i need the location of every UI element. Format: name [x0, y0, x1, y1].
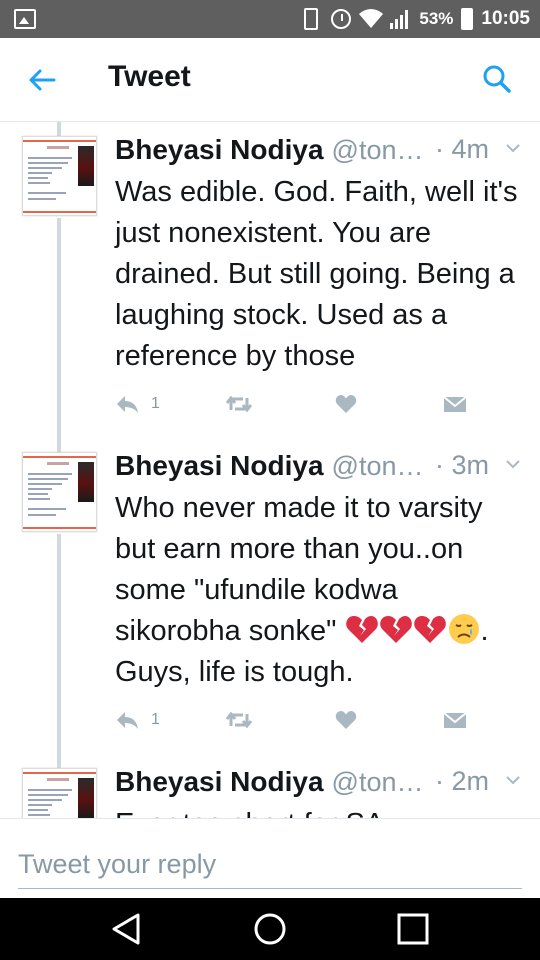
page-title: Tweet: [108, 60, 191, 93]
like-button[interactable]: [335, 394, 357, 414]
signal-icon: [389, 8, 411, 30]
tweet[interactable]: Bheyasi Nodiya @ton… · 2m Ever too short…: [0, 754, 540, 818]
tweet-thread[interactable]: Bheyasi Nodiya @ton… · 4m Was edible. Go…: [0, 122, 540, 818]
thread-line: [57, 438, 61, 452]
reply-button[interactable]: 1: [115, 394, 160, 414]
reply-icon: [115, 394, 139, 414]
thread-line: [57, 754, 61, 768]
chevron-down-icon[interactable]: [505, 140, 521, 156]
back-triangle-icon[interactable]: [110, 912, 144, 946]
timestamp: · 2m: [435, 766, 489, 796]
tweet[interactable]: Bheyasi Nodiya @ton… · 4m Was edible. Go…: [0, 122, 540, 438]
reply-bar: [0, 818, 540, 898]
wifi-icon: [359, 8, 384, 30]
direct-message-button[interactable]: [443, 394, 467, 414]
reply-button[interactable]: 1: [115, 710, 160, 730]
author-name[interactable]: Bheyasi Nodiya: [115, 766, 324, 798]
chevron-down-icon[interactable]: [505, 772, 521, 788]
tweet-text: Ever too short for SA...: [115, 804, 525, 818]
author-name[interactable]: Bheyasi Nodiya: [115, 134, 324, 166]
timestamp: · 4m: [435, 134, 489, 164]
tweet-actions: 1: [115, 394, 467, 420]
battery-percent: 53%: [419, 9, 454, 28]
envelope-icon: [443, 710, 467, 730]
back-arrow-icon[interactable]: [26, 64, 58, 96]
battery-icon: [461, 8, 474, 30]
tweet-text: Was edible. God. Faith, well it's just n…: [115, 176, 518, 372]
timestamp: · 3m: [435, 450, 489, 480]
tweet-actions: 1: [115, 710, 467, 736]
chevron-down-icon[interactable]: [505, 456, 521, 472]
reply-count: 1: [151, 395, 160, 412]
direct-message-button[interactable]: [443, 710, 467, 730]
thread-line: [57, 534, 61, 754]
reply-count: 1: [151, 711, 160, 728]
retweet-button[interactable]: [225, 394, 253, 414]
app-bar: Tweet: [0, 38, 540, 122]
tweet[interactable]: Bheyasi Nodiya @ton… · 3m Who never made…: [0, 438, 540, 754]
avatar[interactable]: [22, 452, 97, 532]
thread-line: [57, 122, 61, 136]
tweet-header: Bheyasi Nodiya @ton… · 3m: [115, 450, 525, 482]
search-icon[interactable]: [482, 64, 512, 94]
clock: 10:05: [481, 8, 530, 29]
gallery-notification-icon: [14, 9, 36, 29]
reply-input[interactable]: [18, 841, 522, 889]
heart-icon: [335, 710, 357, 730]
retweet-icon: [225, 394, 253, 414]
author-handle[interactable]: @ton…: [332, 451, 424, 482]
reply-icon: [115, 710, 139, 730]
thread-line: [57, 218, 61, 438]
broken-heart-icon: [413, 612, 447, 646]
avatar[interactable]: [22, 768, 97, 818]
home-circle-icon[interactable]: [253, 912, 287, 946]
status-icons: 53% 10:05: [299, 0, 530, 38]
tweet-header: Bheyasi Nodiya @ton… · 4m: [115, 134, 525, 166]
tweet-header: Bheyasi Nodiya @ton… · 2m: [115, 766, 525, 798]
alarm-icon: [331, 9, 352, 29]
author-handle[interactable]: @ton…: [332, 135, 424, 166]
recents-square-icon[interactable]: [396, 912, 430, 946]
author-handle[interactable]: @ton…: [332, 767, 424, 798]
author-name[interactable]: Bheyasi Nodiya: [115, 450, 324, 482]
retweet-button[interactable]: [225, 710, 253, 730]
envelope-icon: [443, 394, 467, 414]
like-button[interactable]: [335, 710, 357, 730]
crying-face-icon: [447, 612, 481, 646]
broken-heart-icon: [379, 612, 413, 646]
vibrate-icon: [304, 8, 319, 30]
tweet-text: Who never made it to varsity but earn mo…: [115, 488, 525, 693]
broken-heart-icon: [345, 612, 379, 646]
system-nav-bar: [0, 898, 540, 960]
heart-icon: [335, 394, 357, 414]
retweet-icon: [225, 710, 253, 730]
status-bar: 53% 10:05: [0, 0, 540, 38]
avatar[interactable]: [22, 136, 97, 216]
